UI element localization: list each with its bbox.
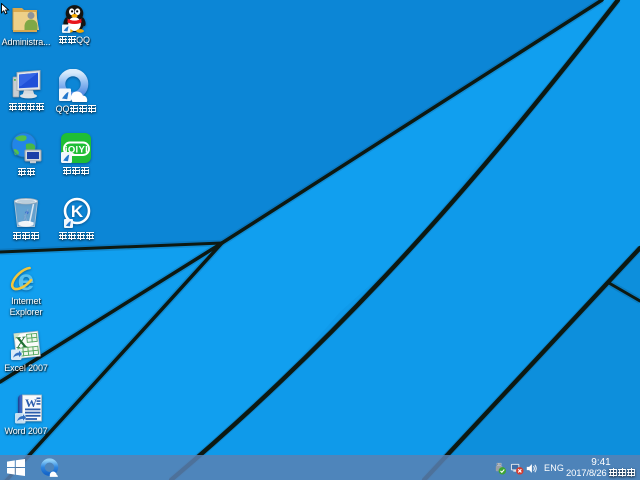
svg-text:K: K	[71, 202, 84, 221]
svg-text:X: X	[15, 334, 29, 352]
svg-text:W: W	[25, 396, 37, 410]
